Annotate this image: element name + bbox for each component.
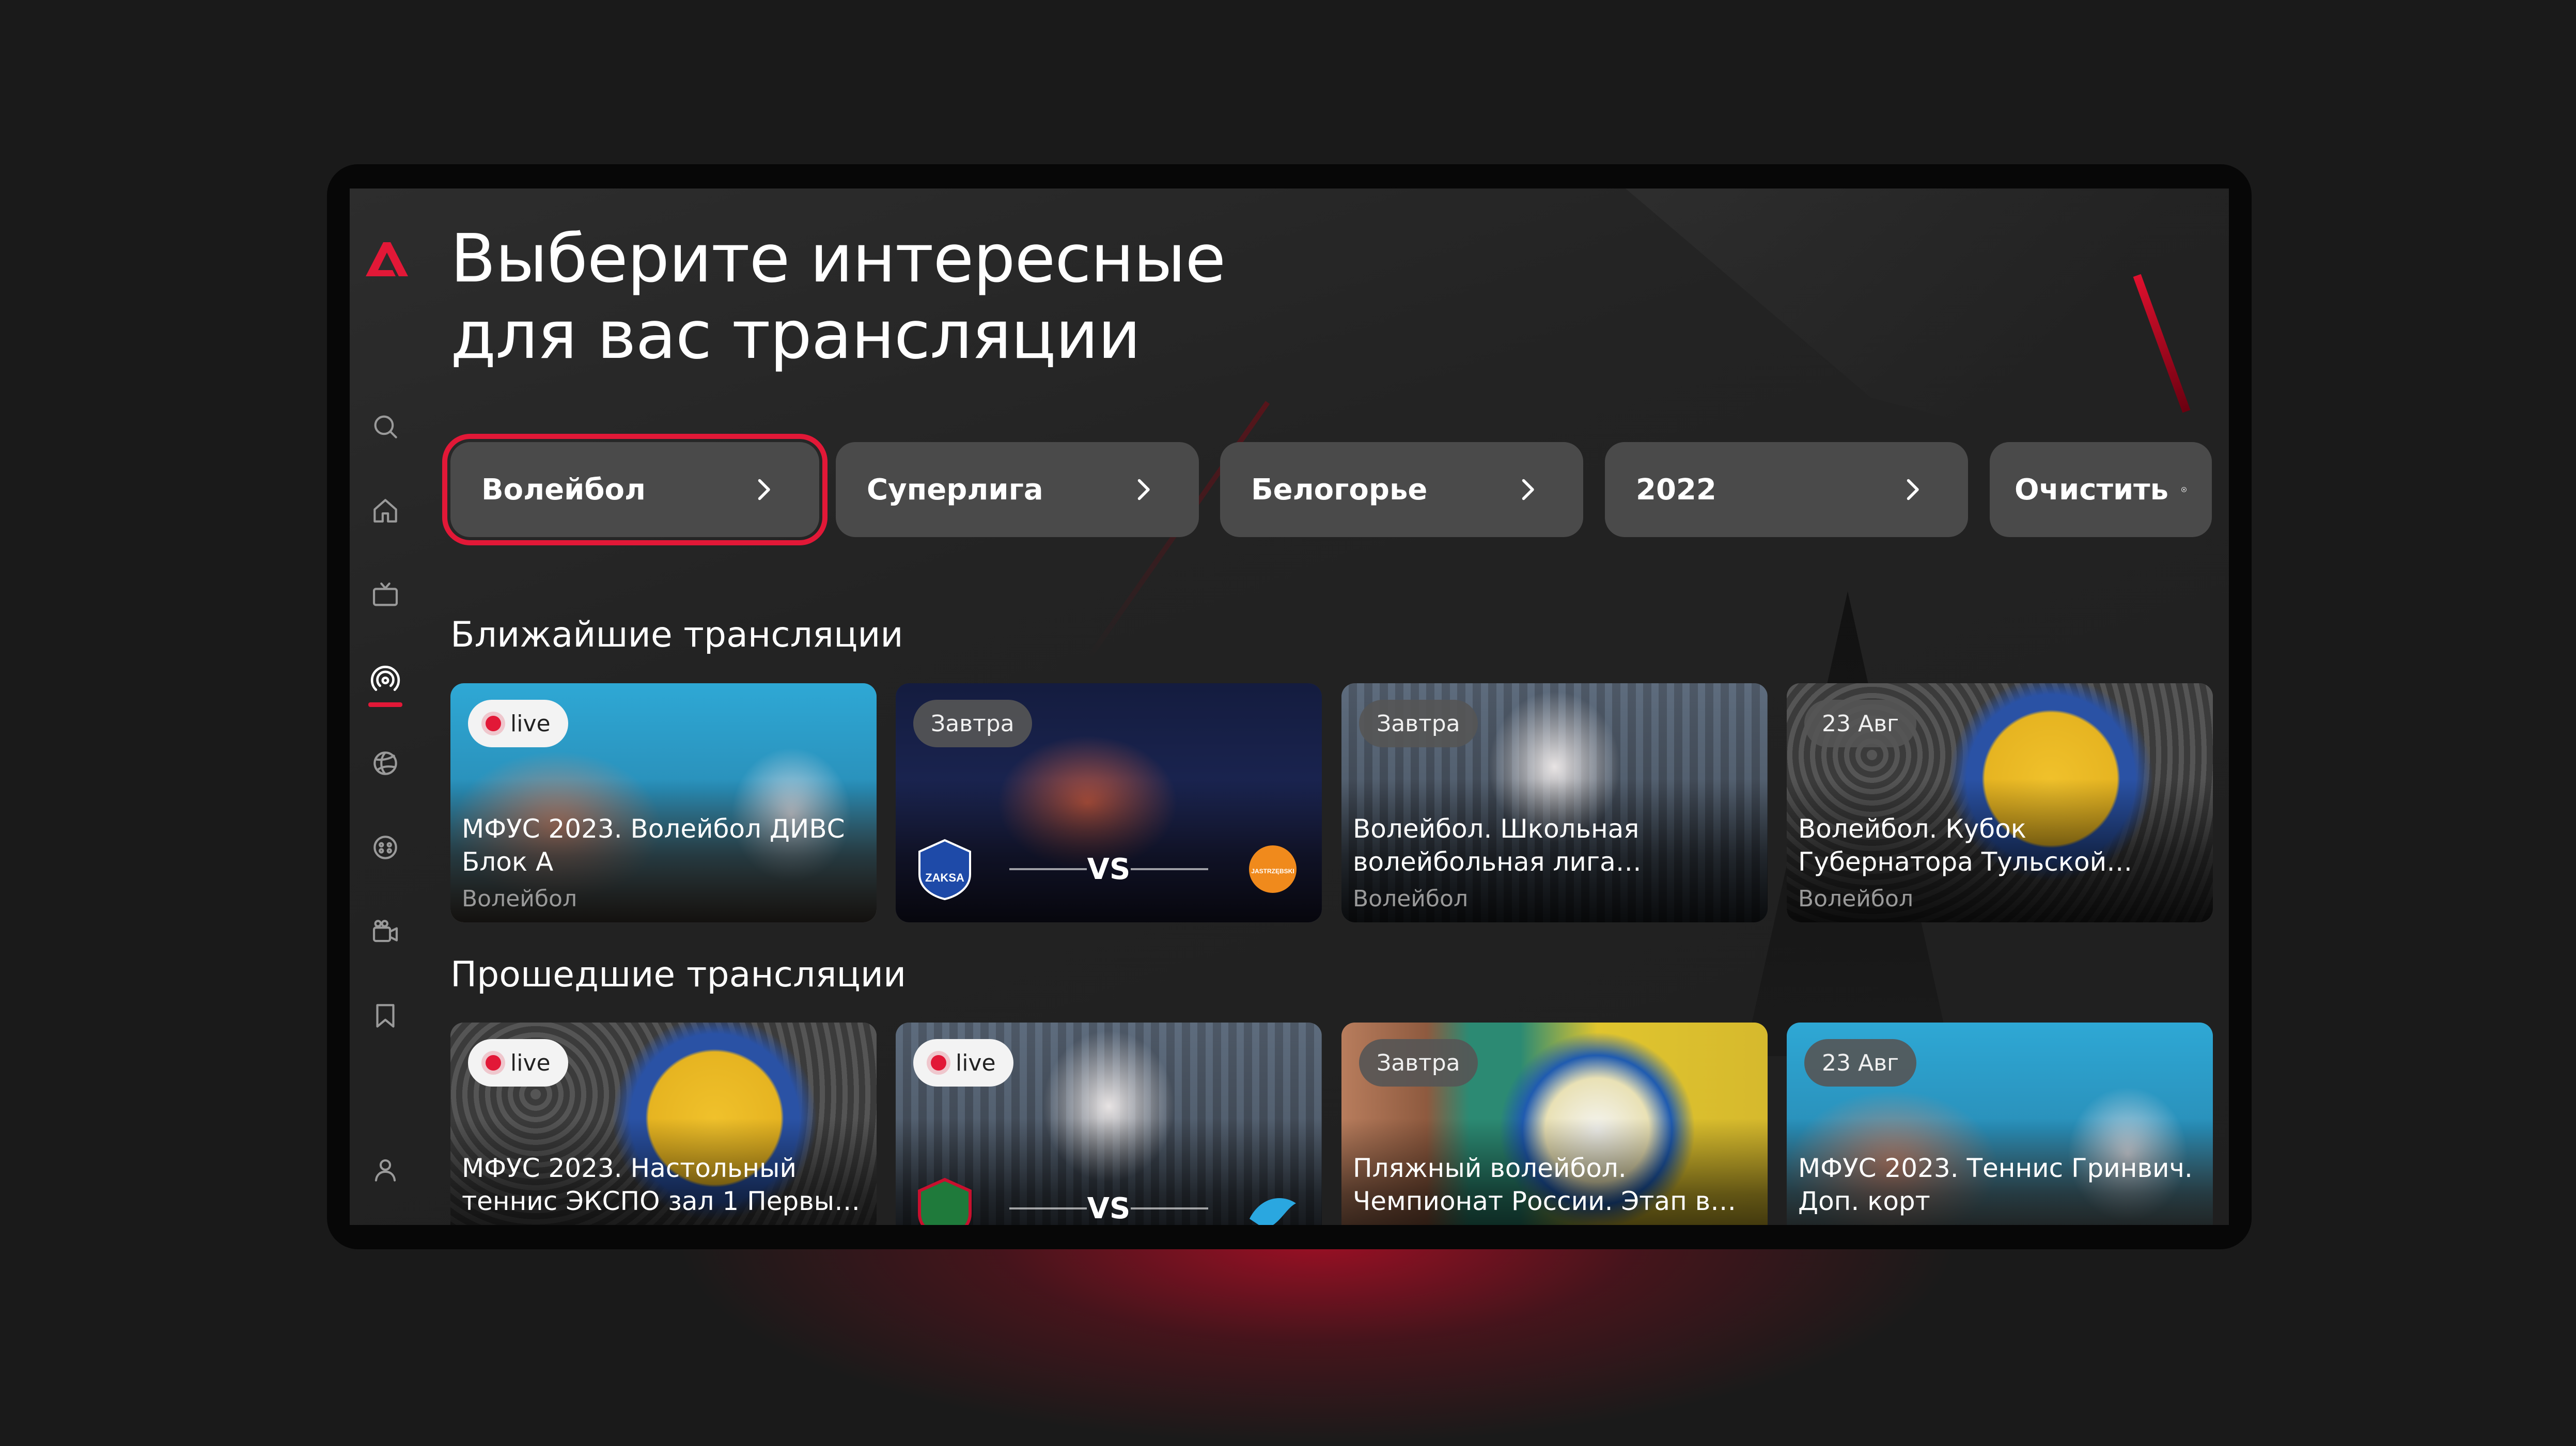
card-title: Пляжный волейбол. Чемпионат России. Этап…	[1353, 1153, 1711, 1216]
badge-label: 23 Авг	[1822, 1049, 1899, 1076]
svg-text:ZAKSA: ZAKSA	[925, 871, 964, 884]
close-circle-icon	[2181, 487, 2187, 492]
badge-label: Завтра	[1377, 710, 1460, 737]
card-title: МФУС 2023. Настольный теннис ЭКСПО зал 1…	[462, 1153, 851, 1216]
date-badge: 23 Авг	[1804, 700, 1917, 747]
date-badge: 23 Авг	[1804, 1039, 1917, 1087]
team-logo-right: JASTRZĘBSKI	[1249, 845, 1297, 893]
filter-chip-label: Суперлига	[867, 473, 1043, 507]
stream-card[interactable]: 23 Авг Волейбол. Кубок Губернатора Тульс…	[1787, 683, 2213, 922]
past-streams-row: live МФУС 2023. Настольный теннис ЭКСПО …	[350, 1023, 2229, 1225]
chevron-right-icon	[1907, 479, 1919, 500]
filter-chip-year[interactable]: 2022	[1605, 442, 1968, 537]
search-icon[interactable]	[369, 411, 401, 443]
home-icon[interactable]	[369, 495, 401, 527]
stream-card[interactable]: live МФУС 2023. Волейбол ДИВС Блок А Вол…	[450, 683, 877, 922]
clear-filters-button[interactable]: Очистить	[1990, 442, 2212, 537]
badge-label: 23 Авг	[1822, 710, 1899, 737]
background-decoration	[1626, 188, 2229, 514]
page-title: Выберите интересные для вас трансляции	[450, 221, 1226, 374]
active-indicator	[368, 702, 402, 707]
date-badge: Завтра	[913, 700, 1032, 747]
filter-chip-label: 2022	[1636, 473, 1716, 507]
stream-card[interactable]: Завтра Волейбол. Школьная волейбольная л…	[1341, 683, 1768, 922]
matchup: ZAKSA VS JASTRZĘBSKI	[916, 838, 1301, 900]
badge-label: Завтра	[931, 710, 1014, 737]
a-logo[interactable]	[362, 240, 409, 277]
date-badge: Завтра	[1359, 700, 1478, 747]
date-badge: Завтра	[1359, 1039, 1478, 1087]
video-camera-icon[interactable]	[369, 916, 401, 948]
filter-chip-league[interactable]: Суперлига	[836, 442, 1199, 537]
card-subtitle: Волейбол	[462, 886, 577, 912]
team-logo-right	[1250, 1198, 1296, 1225]
sport-ball-icon[interactable]	[369, 747, 401, 779]
matchup: VS	[916, 1177, 1301, 1225]
live-badge: live	[468, 1039, 568, 1087]
chevron-right-icon	[1522, 479, 1534, 500]
card-title: Волейбол. Кубок Губернатора Тульской обл…	[1798, 814, 2107, 877]
card-title: МФУС 2023. Волейбол ДИВС Блок А	[462, 814, 845, 877]
badge-label: live	[510, 710, 551, 737]
page-title-line-1: Выберите интересные	[450, 221, 1226, 297]
card-title: МФУС 2023. Теннис Гринвич. Доп. корт	[1798, 1153, 2193, 1216]
live-dot-icon	[486, 1055, 501, 1071]
stream-card[interactable]: live VS	[896, 1023, 1322, 1225]
chevron-right-icon	[1137, 479, 1150, 500]
page-title-line-2: для вас трансляции	[450, 297, 1141, 374]
badge-label: live	[510, 1049, 551, 1076]
team-logo-left	[918, 1177, 972, 1225]
section-title-upcoming: Ближайшие трансляции	[450, 615, 903, 655]
filter-chip-label: Белогорье	[1251, 473, 1428, 507]
chevron-right-icon	[758, 479, 770, 500]
broadcast-icon[interactable]	[369, 663, 401, 695]
live-dot-icon	[931, 1055, 946, 1071]
stream-card[interactable]: Завтра Пляжный волейбол. Чемпионат Росси…	[1341, 1023, 1768, 1225]
vs-label: VS	[1087, 853, 1131, 886]
stream-card[interactable]: live МФУС 2023. Настольный теннис ЭКСПО …	[450, 1023, 877, 1225]
card-subtitle: Волейбол	[1798, 886, 1914, 912]
live-badge: live	[913, 1039, 1013, 1087]
svg-text:JASTRZĘBSKI: JASTRZĘBSKI	[1251, 868, 1294, 875]
filter-chip-sport[interactable]: Волейбол	[442, 434, 828, 545]
tv-icon[interactable]	[369, 579, 401, 611]
vs-label: VS	[1087, 1192, 1131, 1225]
badge-label: live	[956, 1049, 996, 1076]
filter-chip-team[interactable]: Белогорье	[1220, 442, 1583, 537]
clear-filters-label: Очистить	[2015, 473, 2169, 507]
stream-card[interactable]: Завтра ZAKSA VS JASTRZĘBSKI	[896, 683, 1322, 922]
live-dot-icon	[486, 716, 501, 731]
filter-chip-label: Волейбол	[481, 473, 646, 507]
live-badge: live	[468, 700, 568, 747]
card-subtitle: Волейбол	[1353, 886, 1469, 912]
card-title: Волейбол. Школьная волейбольная лига Рес…	[1353, 814, 1640, 877]
section-title-past: Прошедшие трансляции	[450, 954, 907, 995]
badge-label: Завтра	[1377, 1049, 1460, 1076]
stream-card[interactable]: 23 Авг МФУС 2023. Теннис Гринвич. Доп. к…	[1787, 1023, 2213, 1225]
games-icon[interactable]	[369, 831, 401, 863]
team-logo-left: ZAKSA	[918, 839, 971, 900]
